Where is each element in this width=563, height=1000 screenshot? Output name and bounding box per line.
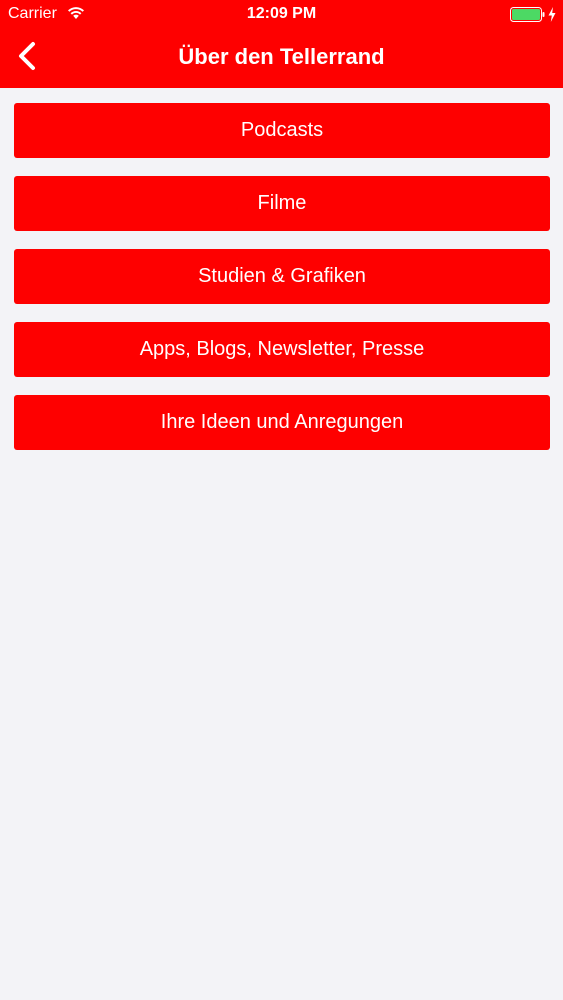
header: Carrier 12:09 PM Über den Tellerrand <box>0 0 563 88</box>
battery-icon <box>510 7 546 22</box>
navigation-bar: Über den Tellerrand <box>0 30 563 88</box>
films-button[interactable]: Filme <box>14 176 550 231</box>
page-title: Über den Tellerrand <box>178 44 385 69</box>
podcasts-button[interactable]: Podcasts <box>14 103 550 158</box>
status-bar: Carrier 12:09 PM <box>0 0 563 30</box>
screen: Carrier 12:09 PM Über den Tellerrand Pod… <box>0 0 563 1000</box>
ideas-suggestions-button[interactable]: Ihre Ideen und Anregungen <box>14 395 550 450</box>
studies-graphics-button[interactable]: Studien & Grafiken <box>14 249 550 304</box>
apps-blogs-newsletter-press-button[interactable]: Apps, Blogs, Newsletter, Presse <box>14 322 550 377</box>
menu-list: Podcasts Filme Studien & Grafiken Apps, … <box>14 103 550 468</box>
charging-bolt-icon <box>548 7 556 22</box>
status-time: 12:09 PM <box>246 5 317 22</box>
